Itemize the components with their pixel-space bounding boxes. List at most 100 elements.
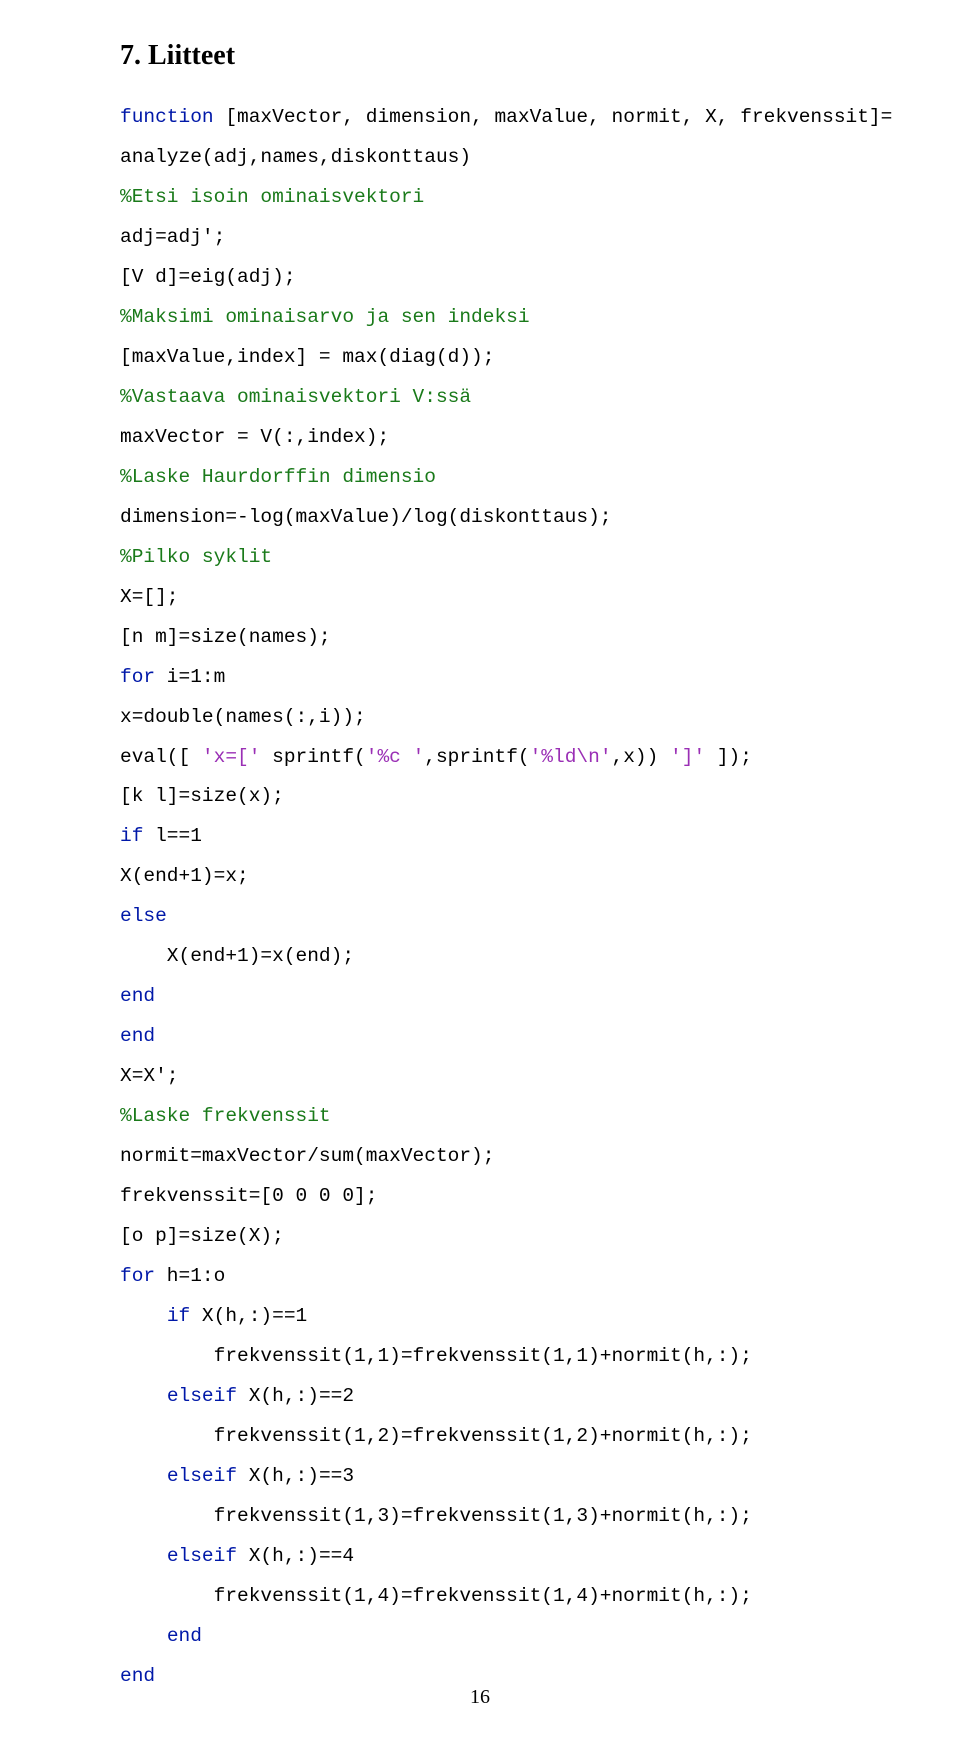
- code-line: [o p]=size(X);: [120, 1217, 860, 1257]
- code-line: if X(h,:)==1: [120, 1297, 860, 1337]
- code-token: %Maksimi ominaisarvo ja sen indeksi: [120, 306, 530, 328]
- code-token: i=1:m: [155, 666, 225, 688]
- code-token: X(h,:)==4: [237, 1545, 354, 1567]
- code-token: %Laske Haurdorffin dimensio: [120, 466, 436, 488]
- code-line: eval([ 'x=[' sprintf('%c ',sprintf('%ld\…: [120, 738, 860, 778]
- code-line: %Etsi isoin ominaisvektori: [120, 178, 860, 218]
- code-line: end: [120, 977, 860, 1017]
- code-token: X(h,:)==3: [237, 1465, 354, 1487]
- code-line: normit=maxVector/sum(maxVector);: [120, 1137, 860, 1177]
- code-token: end: [167, 1625, 202, 1647]
- code-token: %Etsi isoin ominaisvektori: [120, 186, 424, 208]
- code-token: X(h,:)==2: [237, 1385, 354, 1407]
- code-token: elseif: [167, 1385, 237, 1407]
- code-token: maxVector = V(:,index);: [120, 426, 389, 448]
- code-token: X(end+1)=x(end);: [120, 945, 354, 967]
- code-token: end: [120, 985, 155, 1007]
- code-token: X=[];: [120, 586, 179, 608]
- code-token: ']': [670, 746, 705, 768]
- code-token: [120, 1305, 167, 1327]
- code-line: end: [120, 1017, 860, 1057]
- code-line: %Maksimi ominaisarvo ja sen indeksi: [120, 298, 860, 338]
- code-line: adj=adj';: [120, 218, 860, 258]
- code-token: normit=maxVector/sum(maxVector);: [120, 1145, 494, 1167]
- code-line: if l==1: [120, 817, 860, 857]
- code-token: elseif: [167, 1545, 237, 1567]
- code-token: ,sprintf(: [424, 746, 529, 768]
- code-token: for: [120, 1265, 155, 1287]
- code-token: x=double(names(:,i));: [120, 706, 366, 728]
- code-line: for h=1:o: [120, 1257, 860, 1297]
- code-block: function [maxVector, dimension, maxValue…: [120, 98, 860, 1697]
- code-line: analyze(adj,names,diskonttaus): [120, 138, 860, 178]
- code-token: '%ld\n': [530, 746, 612, 768]
- code-token: if: [120, 825, 143, 847]
- code-token: ,x)): [612, 746, 671, 768]
- code-token: X(end+1)=x;: [120, 865, 249, 887]
- code-token: elseif: [167, 1465, 237, 1487]
- code-token: h=1:o: [155, 1265, 225, 1287]
- code-line: %Pilko syklit: [120, 538, 860, 578]
- code-token: [V d]=eig(adj);: [120, 266, 296, 288]
- code-token: %Pilko syklit: [120, 546, 272, 568]
- page-number: 16: [0, 1686, 960, 1709]
- code-token: [o p]=size(X);: [120, 1225, 284, 1247]
- code-token: function: [120, 106, 214, 128]
- code-token: analyze(adj,names,diskonttaus): [120, 146, 471, 168]
- code-line: maxVector = V(:,index);: [120, 418, 860, 458]
- code-line: [maxValue,index] = max(diag(d));: [120, 338, 860, 378]
- code-token: sprintf(: [260, 746, 365, 768]
- code-token: [k l]=size(x);: [120, 785, 284, 807]
- code-token: eval([: [120, 746, 202, 768]
- code-token: %Vastaava ominaisvektori V:ssä: [120, 386, 471, 408]
- code-line: %Laske Haurdorffin dimensio: [120, 458, 860, 498]
- code-token: else: [120, 905, 167, 927]
- code-token: '%c ': [366, 746, 425, 768]
- code-line: elseif X(h,:)==4: [120, 1537, 860, 1577]
- code-line: elseif X(h,:)==2: [120, 1377, 860, 1417]
- code-line: frekvenssit(1,1)=frekvenssit(1,1)+normit…: [120, 1337, 860, 1377]
- code-line: dimension=-log(maxValue)/log(diskonttaus…: [120, 498, 860, 538]
- page-container: 7. Liitteet function [maxVector, dimensi…: [0, 0, 960, 1737]
- code-token: %Laske frekvenssit: [120, 1105, 331, 1127]
- code-token: [120, 1465, 167, 1487]
- code-line: frekvenssit(1,3)=frekvenssit(1,3)+normit…: [120, 1497, 860, 1537]
- code-line: x=double(names(:,i));: [120, 698, 860, 738]
- code-token: frekvenssit(1,2)=frekvenssit(1,2)+normit…: [120, 1425, 752, 1447]
- code-line: function [maxVector, dimension, maxValue…: [120, 98, 860, 138]
- code-token: X(h,:)==1: [190, 1305, 307, 1327]
- code-line: frekvenssit=[0 0 0 0];: [120, 1177, 860, 1217]
- code-line: frekvenssit(1,2)=frekvenssit(1,2)+normit…: [120, 1417, 860, 1457]
- code-token: if: [167, 1305, 190, 1327]
- code-line: else: [120, 897, 860, 937]
- code-line: [n m]=size(names);: [120, 618, 860, 658]
- code-token: frekvenssit(1,3)=frekvenssit(1,3)+normit…: [120, 1505, 752, 1527]
- code-line: elseif X(h,:)==3: [120, 1457, 860, 1497]
- code-token: l==1: [143, 825, 202, 847]
- code-token: frekvenssit(1,4)=frekvenssit(1,4)+normit…: [120, 1585, 752, 1607]
- code-line: frekvenssit(1,4)=frekvenssit(1,4)+normit…: [120, 1577, 860, 1617]
- code-token: [n m]=size(names);: [120, 626, 331, 648]
- code-line: [V d]=eig(adj);: [120, 258, 860, 298]
- code-token: [maxValue,index] = max(diag(d));: [120, 346, 494, 368]
- code-token: [120, 1545, 167, 1567]
- code-token: dimension=-log(maxValue)/log(diskonttaus…: [120, 506, 611, 528]
- code-token: [120, 1625, 167, 1647]
- code-token: [maxVector, dimension, maxValue, normit,…: [214, 106, 893, 128]
- code-token: end: [120, 1665, 155, 1687]
- code-line: X(end+1)=x;: [120, 857, 860, 897]
- code-token: end: [120, 1025, 155, 1047]
- code-token: 'x=[': [202, 746, 261, 768]
- code-line: X=X';: [120, 1057, 860, 1097]
- code-line: X(end+1)=x(end);: [120, 937, 860, 977]
- code-line: %Vastaava ominaisvektori V:ssä: [120, 378, 860, 418]
- code-token: [120, 1385, 167, 1407]
- code-token: frekvenssit=[0 0 0 0];: [120, 1185, 377, 1207]
- code-line: end: [120, 1617, 860, 1657]
- code-token: for: [120, 666, 155, 688]
- code-token: adj=adj';: [120, 226, 225, 248]
- code-line: X=[];: [120, 578, 860, 618]
- code-token: X=X';: [120, 1065, 179, 1087]
- code-token: ]);: [705, 746, 752, 768]
- code-line: %Laske frekvenssit: [120, 1097, 860, 1137]
